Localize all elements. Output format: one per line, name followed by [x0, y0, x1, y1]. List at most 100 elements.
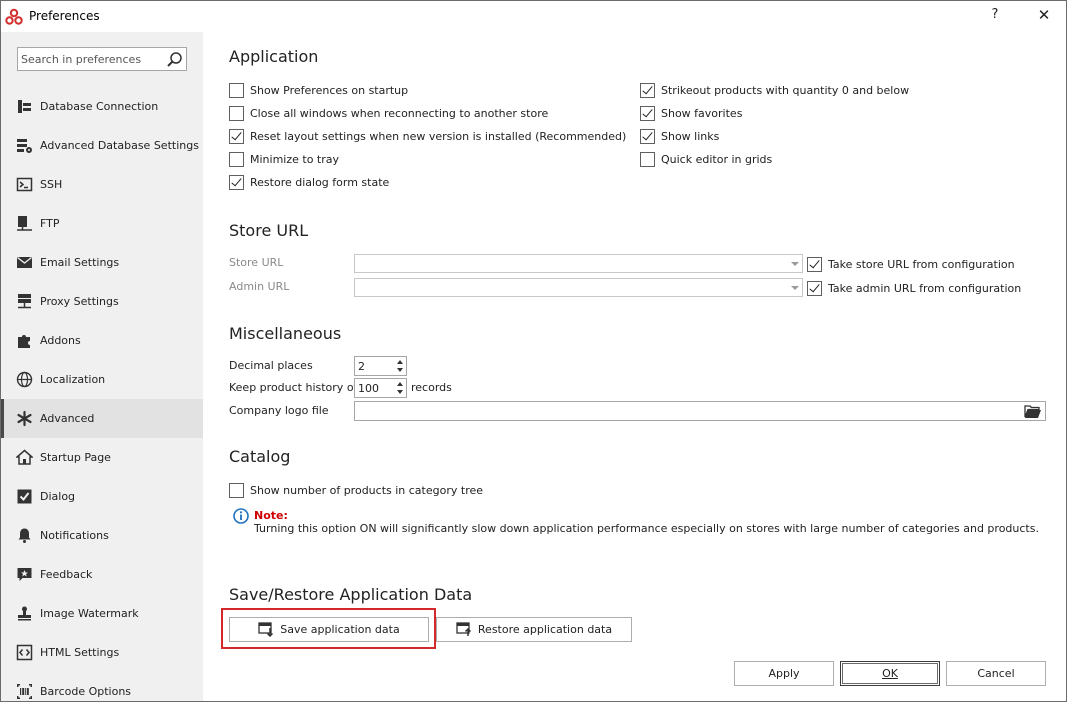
- checkbox-label: Show links: [661, 129, 720, 143]
- sidebar-item-startup-page[interactable]: Startup Page: [1, 438, 203, 477]
- ok-label: OK: [882, 667, 898, 680]
- ftp-icon: [17, 216, 32, 231]
- spin-down-icon[interactable]: [397, 368, 403, 372]
- sidebar-item-label: Proxy Settings: [40, 295, 119, 308]
- option-close-all-windows[interactable]: Close all windows when reconnecting to a…: [229, 105, 548, 121]
- checkbox-label: Take store URL from configuration: [828, 257, 1015, 271]
- sidebar-item-database-connection[interactable]: Database Connection: [1, 87, 203, 126]
- sidebar-item-addons[interactable]: Addons: [1, 321, 203, 360]
- home-icon: [16, 449, 33, 465]
- checkbox[interactable]: [640, 128, 655, 144]
- sidebar-item-advanced-database-settings[interactable]: Advanced Database Settings: [1, 126, 203, 165]
- option-restore-dialog-form-state[interactable]: Restore dialog form state: [229, 174, 389, 190]
- sidebar-item-label: Notifications: [40, 529, 109, 542]
- checkbox-label: Show Preferences on startup: [250, 83, 409, 97]
- section-title-save-restore: Save/Restore Application Data: [229, 585, 473, 604]
- sidebar-item-html-settings[interactable]: HTML Settings: [1, 633, 203, 672]
- option-strikeout-products[interactable]: Strikeout products with quantity 0 and b…: [640, 82, 909, 98]
- spin-up-icon[interactable]: [397, 382, 403, 386]
- checkbox[interactable]: [640, 151, 655, 167]
- search-icon[interactable]: [166, 51, 183, 68]
- checkbox[interactable]: [229, 105, 244, 121]
- sidebar-item-label: Advanced: [40, 412, 95, 425]
- company-logo-field[interactable]: [354, 401, 1046, 421]
- sidebar-item-localization[interactable]: Localization: [1, 360, 203, 399]
- sidebar-item-image-watermark[interactable]: Image Watermark: [1, 594, 203, 633]
- checkbox[interactable]: [229, 482, 244, 498]
- option-quick-editor-in-grids[interactable]: Quick editor in grids: [640, 151, 772, 167]
- sidebar-item-label: Database Connection: [40, 100, 159, 113]
- checkbox-label: Restore dialog form state: [250, 175, 390, 189]
- spin-up-icon[interactable]: [397, 360, 403, 364]
- checkbox[interactable]: [640, 82, 655, 98]
- option-show-favorites[interactable]: Show favorites: [640, 105, 742, 121]
- search-input[interactable]: [18, 48, 158, 70]
- folder-open-icon[interactable]: [1024, 404, 1042, 419]
- server-icon: [18, 294, 31, 309]
- sidebar-item-label: Barcode Options: [40, 685, 132, 698]
- section-title-catalog: Catalog: [229, 447, 291, 466]
- help-button[interactable]: ?: [985, 7, 1005, 27]
- checkbox-label: Quick editor in grids: [661, 152, 773, 166]
- option-show-number-of-products[interactable]: Show number of products in category tree: [229, 482, 483, 498]
- product-history-suffix: records: [411, 381, 452, 394]
- product-history-label: Keep product history of: [229, 381, 358, 394]
- feedback-icon: [17, 568, 32, 581]
- sidebar-item-proxy-settings[interactable]: Proxy Settings: [1, 282, 203, 321]
- sidebar-item-notifications[interactable]: Notifications: [1, 516, 203, 555]
- store-url-combo[interactable]: [354, 254, 803, 273]
- sidebar-item-ftp[interactable]: FTP: [1, 204, 203, 243]
- checkbox[interactable]: [807, 280, 822, 296]
- sidebar-item-dialog[interactable]: Dialog: [1, 477, 203, 516]
- option-take-store-url[interactable]: Take store URL from configuration: [807, 256, 1015, 272]
- save-data-icon: [258, 622, 274, 637]
- checkbox[interactable]: [229, 151, 244, 167]
- sidebar-item-label: Email Settings: [40, 256, 120, 269]
- search-box: [17, 47, 187, 71]
- store-url-label: Store URL: [229, 256, 284, 269]
- cancel-button[interactable]: Cancel: [946, 661, 1046, 686]
- product-history-stepper[interactable]: 100: [354, 378, 407, 398]
- checkbox[interactable]: [229, 174, 244, 190]
- checkbox-label: Minimize to tray: [250, 152, 340, 166]
- product-history-value: 100: [358, 382, 379, 395]
- admin-url-combo[interactable]: [354, 278, 803, 297]
- sidebar-item-advanced[interactable]: Advanced: [1, 399, 203, 438]
- checkbox[interactable]: [229, 82, 244, 98]
- ok-button[interactable]: OK: [840, 661, 940, 686]
- apply-button[interactable]: Apply: [734, 661, 834, 686]
- database-icon: [18, 100, 31, 113]
- sidebar-item-label: SSH: [40, 178, 63, 191]
- section-title-application: Application: [229, 47, 319, 66]
- chevron-down-icon[interactable]: [791, 286, 799, 290]
- main-panel: Application Show Preferences on startup …: [203, 32, 1066, 701]
- spin-down-icon[interactable]: [397, 390, 403, 394]
- sidebar-item-label: Image Watermark: [40, 607, 139, 620]
- checkbox[interactable]: [640, 105, 655, 121]
- checkbox[interactable]: [807, 256, 822, 272]
- chevron-down-icon[interactable]: [791, 262, 799, 266]
- option-show-links[interactable]: Show links: [640, 128, 719, 144]
- close-button[interactable]: ✕: [1034, 6, 1054, 26]
- sidebar-item-email-settings[interactable]: Email Settings: [1, 243, 203, 282]
- info-icon: [233, 508, 249, 524]
- sidebar-item-barcode-options[interactable]: Barcode Options: [1, 672, 203, 701]
- checkbox[interactable]: [229, 128, 244, 144]
- sidebar-item-label: Dialog: [40, 490, 76, 503]
- restore-application-data-label: Restore application data: [477, 623, 613, 636]
- save-application-data-button[interactable]: Save application data: [229, 617, 429, 642]
- sidebar: Database Connection Advanced Database Se…: [1, 32, 203, 701]
- sidebar-item-feedback[interactable]: Feedback: [1, 555, 203, 594]
- sidebar-item-ssh[interactable]: SSH: [1, 165, 203, 204]
- puzzle-icon: [18, 335, 30, 348]
- option-take-admin-url[interactable]: Take admin URL from configuration: [807, 280, 1021, 296]
- decimal-places-label: Decimal places: [229, 359, 313, 372]
- checkbox-label: Reset layout settings when new version i…: [250, 129, 627, 143]
- option-reset-layout-settings[interactable]: Reset layout settings when new version i…: [229, 128, 626, 144]
- option-show-preferences-on-startup[interactable]: Show Preferences on startup: [229, 82, 408, 98]
- checkbox-label: Take admin URL from configuration: [828, 281, 1022, 295]
- option-minimize-to-tray[interactable]: Minimize to tray: [229, 151, 339, 167]
- restore-application-data-button[interactable]: Restore application data: [436, 617, 632, 642]
- database-settings-icon: [17, 139, 32, 153]
- decimal-places-stepper[interactable]: 2: [354, 356, 407, 376]
